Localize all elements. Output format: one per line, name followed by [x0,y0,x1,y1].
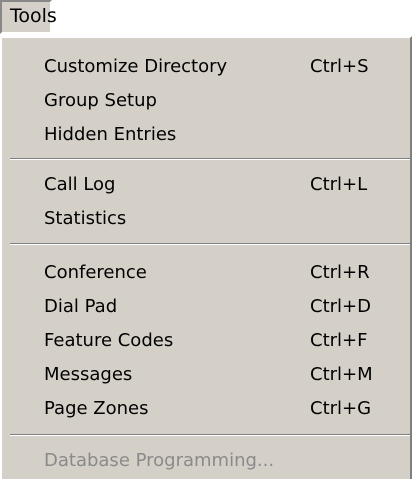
menu-item-label: Conference [44,262,147,283]
menu-item-shortcut: Ctrl+G [310,398,372,419]
menu-separator [10,434,410,436]
menu-item-call-log[interactable]: Call Log Ctrl+L [2,168,410,202]
menu-item-label: Dial Pad [44,296,118,317]
menu-item-group-setup[interactable]: Group Setup [2,84,410,118]
menu-item-label: Hidden Entries [44,124,177,145]
menu-item-page-zones[interactable]: Page Zones Ctrl+G [2,392,410,426]
menu-item-shortcut: Ctrl+R [310,262,370,283]
menu-item-label: Call Log [44,174,116,195]
menu-separator [10,158,410,160]
menu-item-shortcut: Ctrl+F [310,330,368,351]
menu-item-label: Statistics [44,208,127,229]
menu-item-label: Feature Codes [44,330,174,351]
menu-item-customize-directory[interactable]: Customize Directory Ctrl+S [2,50,410,84]
menu-item-label: Database Programming... [44,450,275,471]
menu-item-hidden-entries[interactable]: Hidden Entries [2,118,410,152]
menu-item-conference[interactable]: Conference Ctrl+R [2,256,410,290]
menu-separator [10,243,410,245]
menu-item-shortcut: Ctrl+D [310,296,371,317]
menu-item-label: Messages [44,364,133,385]
tools-menu-button[interactable]: Tools [0,0,57,34]
tools-menu-screenshot: Tools Customize Directory Ctrl+S Group S… [0,0,412,479]
menu-item-messages[interactable]: Messages Ctrl+M [2,358,410,392]
menu-item-shortcut: Ctrl+S [310,56,369,77]
menu-item-shortcut: Ctrl+M [310,364,373,385]
tools-dropdown-menu: Customize Directory Ctrl+S Group Setup H… [0,36,412,479]
menu-item-shortcut: Ctrl+L [310,174,368,195]
menu-item-feature-codes[interactable]: Feature Codes Ctrl+F [2,324,410,358]
menu-item-database-programming: Database Programming... [2,444,410,478]
menu-item-label: Page Zones [44,398,149,419]
menu-item-dial-pad[interactable]: Dial Pad Ctrl+D [2,290,410,324]
menu-item-label: Group Setup [44,90,157,111]
menu-item-statistics[interactable]: Statistics [2,202,410,236]
tools-menu-title: Tools [10,5,57,27]
menu-item-label: Customize Directory [44,56,228,77]
